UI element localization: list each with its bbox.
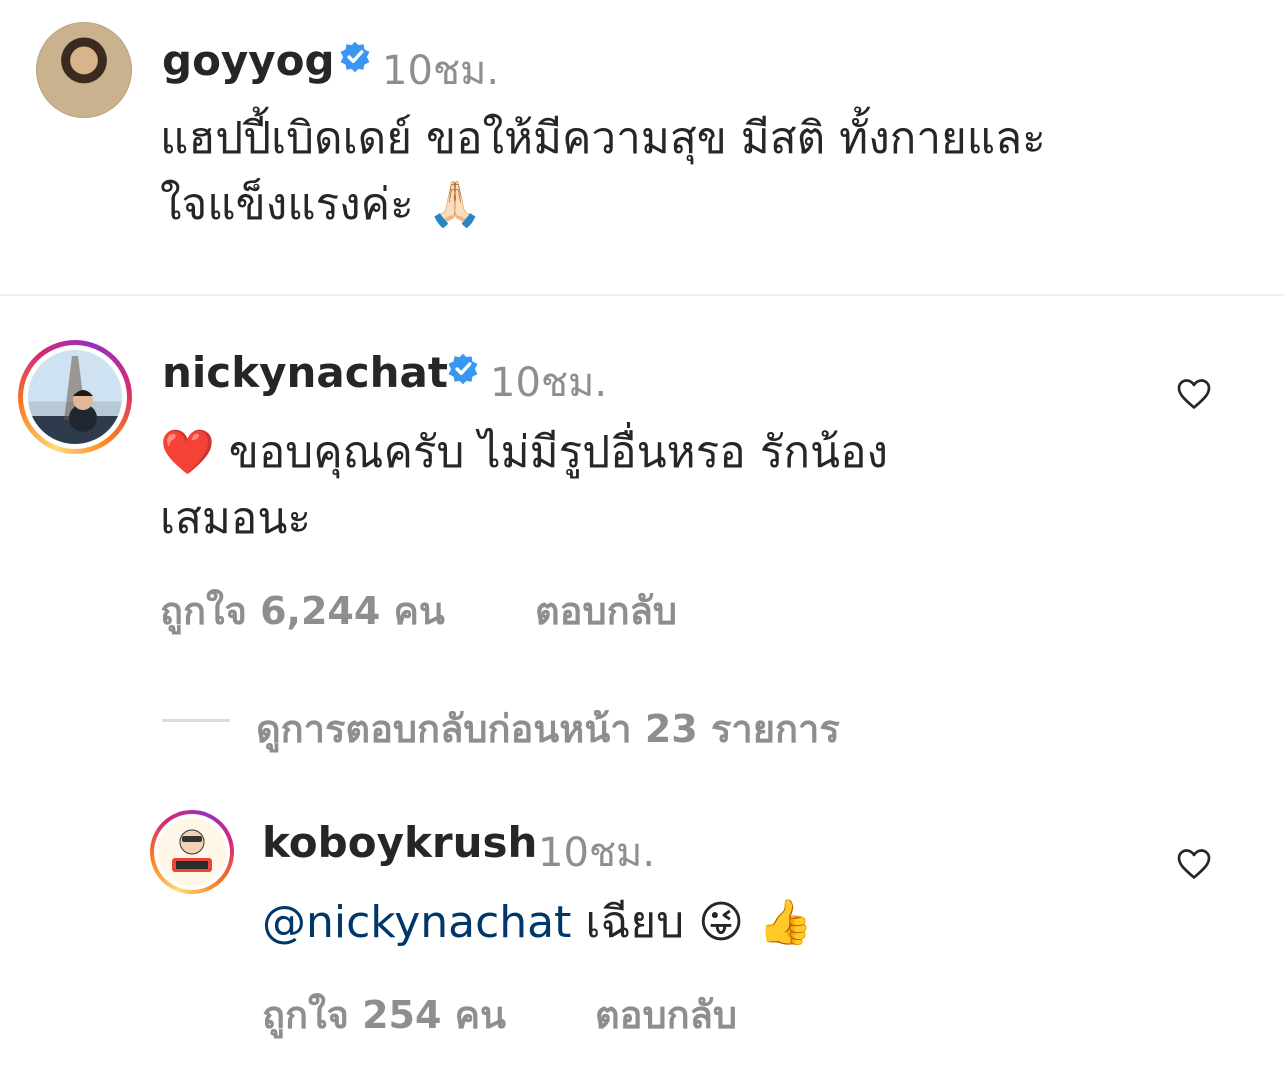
comment-time: 10ชม. [382,48,500,94]
likes-count[interactable]: ถูกใจ 254 คน [262,984,506,1045]
avatar-nickynachat[interactable] [18,340,132,454]
cartoon-logo-icon [172,829,212,872]
comment-text-part: ขอบคุณครับ ไม่มีรูปอื่นหรอ รักน้อง [228,427,888,478]
comment-text: แฮปปี้เบิดเดย์ ขอให้มีความสุข มีสติ ทั้ง… [160,106,1240,238]
comment-text-part: ใจแข็งแรงค่ะ [160,179,414,230]
reply-button[interactable]: ตอบกลับ [595,984,737,1045]
avatar-image [28,350,122,444]
comment-time: 10ชม. [490,360,608,406]
folded-hands-emoji: 🙏🏻 [427,179,483,230]
thumbs-up-emoji: 👍 [758,897,813,948]
comment-username[interactable]: goyyog [162,36,335,85]
comment-text: ❤️ ขอบคุณครับ ไม่มีรูปอื่นหรอ รักน้อง เส… [160,420,1140,552]
avatar-goyyog[interactable] [36,22,132,118]
comment-username[interactable]: nickynachat [162,348,448,397]
reply-text: @nickynachat เฉียบ 😜 👍 [262,890,1142,956]
divider [0,294,1284,296]
likes-count[interactable]: ถูกใจ 6,244 คน [160,580,445,641]
reply-username[interactable]: koboykrush [262,818,537,867]
verified-badge-icon [448,353,478,385]
view-previous-replies[interactable]: ดูการตอบกลับก่อนหน้า 23 รายการ [256,698,840,759]
eiffel-tower-icon [64,356,97,432]
red-heart-emoji: ❤️ [160,427,215,478]
winking-tongue-emoji: 😜 [698,897,745,948]
comment-text-line: แฮปปี้เบิดเดย์ ขอให้มีความสุข มีสติ ทั้ง… [160,113,1046,164]
replies-line [162,719,230,722]
comment-text-line: ใจแข็งแรงค่ะ 🙏🏻 [160,172,1240,238]
verified-badge-icon [340,41,370,73]
reply-time: 10ชม. [538,830,656,876]
reply-button[interactable]: ตอบกลับ [535,580,677,641]
avatar-image [158,818,226,886]
like-heart-icon[interactable] [1175,376,1213,412]
comment-text-line: ❤️ ขอบคุณครับ ไม่มีรูปอื่นหรอ รักน้อง [160,420,1140,486]
reply-text-part: เฉียบ [585,897,685,948]
comment-text-line: เสมอนะ [160,493,312,544]
avatar-koboykrush[interactable] [150,810,234,894]
like-heart-icon[interactable] [1175,846,1213,882]
mention-link[interactable]: @nickynachat [262,897,571,948]
